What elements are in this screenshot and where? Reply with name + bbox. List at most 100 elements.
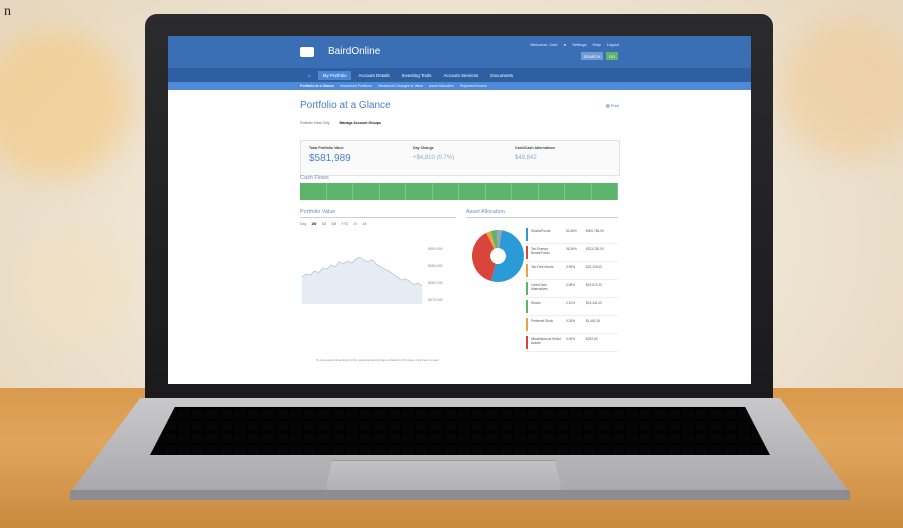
subnav-asset-allocation[interactable]: Asset Allocation: [429, 84, 454, 88]
cash-flow-cell[interactable]: [433, 183, 459, 200]
cash-flow-cell[interactable]: [459, 183, 486, 200]
legend-swatch: [526, 264, 528, 277]
legend-row[interactable]: Preferred Stock 0.25% $1,461.00: [526, 316, 618, 334]
tab-my-portfolio[interactable]: My Portfolio: [317, 70, 352, 80]
view-portfolio-only[interactable]: Portfolio View Only: [300, 121, 330, 125]
range-ytd[interactable]: YTD: [341, 222, 348, 226]
baird-logo[interactable]: [300, 47, 314, 57]
portfolio-area: [302, 257, 422, 304]
portfolio-value-chart: $590,000 $585,000 $580,000 $575,000: [301, 247, 443, 304]
cash-flow-cell[interactable]: [380, 183, 406, 200]
cash-flow-cell[interactable]: [353, 183, 380, 200]
cash-label: Cash/Cash Alternatives: [515, 146, 556, 150]
asset-allocation-title: Asset Allocation: [466, 209, 505, 215]
cash-flow-cell[interactable]: [539, 183, 565, 200]
legend-value: $13,441.00: [586, 301, 602, 305]
header-user: Welcome, User: [530, 42, 558, 47]
legend-percent: 38.36%: [566, 247, 577, 251]
legend-name: Miscellaneous Select Assets: [531, 337, 561, 345]
legend-name: Tax-Free Bonds: [531, 265, 554, 269]
cash-block: Cash/Cash Alternatives $49,842: [515, 146, 555, 161]
legend-percent: 51.66%: [566, 229, 577, 233]
legend-name: Cash/Cash Alternatives: [531, 283, 548, 291]
brand-name: BairdOnline: [328, 46, 381, 57]
y-tick-label: $580,000: [428, 281, 443, 285]
range-1y[interactable]: 1Y: [353, 222, 357, 226]
subnav-portfolio-glance[interactable]: Portfolio at a Glance: [300, 84, 334, 88]
legend-value: $1,461.00: [586, 319, 601, 323]
cash-flow-cell[interactable]: [486, 183, 512, 200]
subnav-household-positions[interactable]: Household Positions: [340, 84, 372, 88]
legend-row[interactable]: Tax-Exempt Bonds/Funds 38.36% $223,230.00: [526, 244, 618, 262]
cash-flow-cell[interactable]: [565, 183, 592, 200]
main-nav: ⌂ My Portfolio Account Details Investing…: [168, 68, 751, 82]
cash-flow-cell[interactable]: [512, 183, 539, 200]
y-tick-label: $585,000: [428, 264, 443, 268]
legend-swatch: [526, 336, 528, 349]
total-value: $581,989: [309, 153, 351, 164]
legend-name: Preferred Stock: [531, 319, 554, 323]
subnav-household-changes[interactable]: Household Changes in Value: [378, 84, 423, 88]
range-day[interactable]: Day: [300, 222, 306, 226]
page-letter: n: [4, 4, 11, 19]
day-change-value: +$4,810 (0.7%): [413, 155, 455, 161]
tab-investing-tools[interactable]: Investing Tools: [397, 71, 437, 80]
day-change-label: Day Change: [413, 146, 434, 150]
subnav-projected-income[interactable]: Projected Income: [460, 84, 487, 88]
range-1w[interactable]: 1W: [311, 222, 316, 226]
cash-flows-title: Cash Flows: [300, 175, 329, 181]
logout-link[interactable]: Logout: [607, 42, 619, 47]
view-manage-groups[interactable]: Manage Account Groups: [340, 121, 381, 125]
cash-flow-cell[interactable]: [327, 183, 353, 200]
cash-flow-cell[interactable]: [406, 183, 433, 200]
legend-row[interactable]: Tax-Free Bonds 3.99% $23,226.00: [526, 262, 618, 280]
print-link[interactable]: ▦ Print: [606, 103, 619, 108]
asset-allocation-donut[interactable]: [470, 228, 526, 284]
legend-value: $223,230.00: [586, 247, 604, 251]
tab-account-details[interactable]: Account Details: [353, 71, 394, 80]
user-icon: ●: [563, 42, 567, 47]
background-bokeh: [780, 20, 903, 160]
legend-swatch: [526, 282, 528, 295]
cash-flow-cell[interactable]: [592, 183, 618, 200]
cash-flows-bar: [300, 183, 618, 200]
app-header: BairdOnline Welcome, User ● Settings Hel…: [168, 36, 751, 68]
sub-nav: Portfolio at a Glance Household Position…: [168, 82, 751, 90]
portfolio-value-title: Portfolio Value: [300, 209, 336, 215]
summary-panel: Total Portfolio Value $581,989 Day Chang…: [300, 140, 620, 176]
footnote[interactable]: To view account settings for the account…: [316, 358, 439, 362]
tab-account-services[interactable]: Account Services: [438, 71, 483, 80]
legend-value: $300,766.00: [586, 229, 604, 233]
range-all[interactable]: All: [363, 222, 367, 226]
legend-percent: 3.99%: [566, 265, 576, 269]
home-icon[interactable]: ⌂: [303, 71, 316, 80]
legend-row[interactable]: Cash/Cash Alternatives 3.38% $19,671.00: [526, 280, 618, 298]
cash-value: $49,842: [515, 155, 537, 161]
tab-documents[interactable]: Documents: [485, 71, 518, 80]
background-bokeh: [20, 230, 130, 340]
range-3m[interactable]: 3M: [331, 222, 336, 226]
legend-row[interactable]: Stocks 2.31% $13,441.00: [526, 298, 618, 316]
laptop-screen: BairdOnline Welcome, User ● Settings Hel…: [168, 36, 751, 384]
legend-value: $292.00: [586, 337, 598, 341]
legend-name: Stocks/Funds: [531, 229, 551, 233]
help-link[interactable]: Help: [593, 42, 601, 47]
legend-row[interactable]: Stocks/Funds 51.66% $300,766.00: [526, 226, 618, 244]
asset-allocation-legend: Stocks/Funds 51.66% $300,766.00 Tax-Exempt …: [526, 226, 618, 352]
go-button[interactable]: GO: [606, 52, 618, 60]
divider: [300, 217, 456, 218]
cash-flow-cell[interactable]: [300, 183, 327, 200]
legend-row[interactable]: Miscellaneous Select Assets 0.05% $292.00: [526, 334, 618, 352]
range-1m[interactable]: 1M: [321, 222, 326, 226]
laptop-base-edge: [70, 490, 850, 500]
y-tick-label: $590,000: [428, 247, 443, 251]
legend-value: $19,671.00: [586, 283, 602, 287]
legend-value: $23,226.00: [586, 265, 602, 269]
print-label: Print: [610, 103, 619, 108]
search-button[interactable]: SEARCH: [581, 52, 603, 60]
settings-link[interactable]: Settings: [572, 42, 586, 47]
legend-swatch: [526, 228, 528, 241]
legend-percent: 0.05%: [566, 337, 576, 341]
legend-name: Tax-Exempt Bonds/Funds: [531, 247, 550, 255]
laptop-trackpad: [325, 460, 562, 492]
